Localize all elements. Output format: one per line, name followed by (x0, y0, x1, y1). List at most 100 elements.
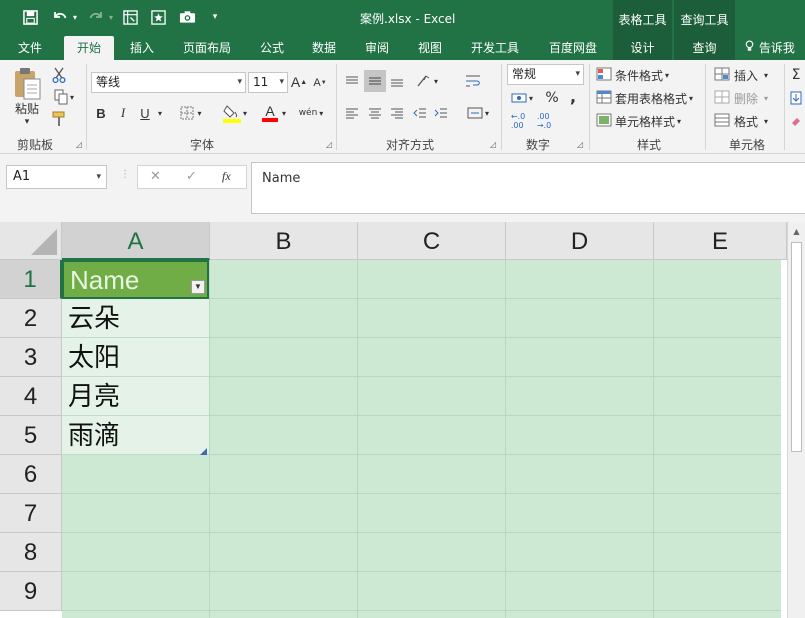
enter-button[interactable]: ✓ (186, 169, 197, 184)
tab-file[interactable]: 文件 (6, 36, 54, 60)
italic-button[interactable]: I (115, 104, 131, 122)
cell-a1[interactable]: Name ▼ (62, 260, 209, 299)
cell-a4[interactable]: 月亮 (62, 377, 209, 416)
conditional-format-button[interactable]: 条件格式 ▾ (596, 65, 696, 85)
column-header-d[interactable]: D (506, 222, 654, 260)
grow-font-button[interactable]: A ▲ (291, 72, 307, 92)
fill-color-icon[interactable]: ▾ (220, 102, 250, 124)
cancel-button[interactable]: ✕ (150, 169, 161, 184)
align-middle-icon[interactable] (364, 70, 386, 92)
decrease-indent-icon[interactable] (411, 104, 429, 122)
wrap-text-icon[interactable] (462, 70, 484, 92)
tab-formulas[interactable]: 公式 (248, 36, 296, 60)
filter-dropdown-icon[interactable]: ▼ (191, 280, 205, 294)
cell-a5[interactable]: 雨滴 (62, 416, 209, 455)
font-name-select[interactable]: 等线 ▾ (91, 72, 246, 93)
format-as-table-button[interactable]: 套用表格格式 ▾ (596, 88, 700, 108)
tab-design[interactable]: 设计 (613, 36, 672, 60)
clear-icon[interactable] (789, 111, 803, 131)
insert-cells-button[interactable]: 插入 ▾ (714, 65, 780, 85)
pivot-icon[interactable] (120, 7, 140, 27)
copy-icon[interactable]: ▾ (50, 88, 78, 106)
orientation-icon[interactable]: ▾ (412, 70, 442, 92)
alignment-launcher-icon[interactable]: ◿ (490, 140, 496, 149)
name-box[interactable]: A1 ▾ (6, 165, 107, 189)
format-painter-icon[interactable] (50, 110, 68, 128)
align-bottom-icon[interactable] (388, 72, 406, 90)
row-header-8[interactable]: 8 (0, 533, 62, 572)
autosum-icon[interactable]: Σ (789, 65, 803, 85)
paste-dropdown-icon[interactable]: ▾ (20, 116, 34, 128)
cell-area[interactable]: Name ▼ 云朵 太阳 月亮 雨滴 (62, 260, 781, 618)
shrink-font-button[interactable]: A ▼ (312, 74, 328, 92)
row-header-3[interactable]: 3 (0, 338, 62, 377)
decrease-decimal-icon[interactable]: .00 →.0 (533, 110, 555, 132)
column-header-e[interactable]: E (654, 222, 787, 260)
format-cells-button[interactable]: 格式 ▾ (714, 111, 780, 131)
cell-styles-button[interactable]: 单元格样式 ▾ (596, 111, 696, 131)
row-header-7[interactable]: 7 (0, 494, 62, 533)
row-header-9[interactable]: 9 (0, 572, 62, 611)
paste-button[interactable]: 粘贴 (10, 100, 44, 116)
tab-query[interactable]: 查询 (674, 36, 735, 60)
underline-dropdown-icon[interactable]: ▾ (155, 106, 165, 120)
align-center-icon[interactable] (366, 104, 384, 122)
tab-developer[interactable]: 开发工具 (462, 36, 528, 60)
customize-icon[interactable]: ▾ (207, 7, 223, 27)
font-size-select[interactable]: 11 ▾ (248, 72, 288, 93)
scroll-up-icon[interactable]: ▲ (788, 224, 805, 240)
vertical-scrollbar[interactable]: ▲ (787, 222, 805, 618)
insert-function-button[interactable]: fx (222, 169, 231, 184)
undo-dropdown-icon[interactable]: ▾ (70, 7, 80, 27)
tell-me-search[interactable]: 告诉我 (745, 36, 805, 60)
clipboard-launcher-icon[interactable]: ◿ (76, 140, 82, 149)
undo-icon[interactable] (50, 7, 70, 27)
paste-icon[interactable] (10, 66, 44, 102)
tab-view[interactable]: 视图 (406, 36, 454, 60)
tab-data[interactable]: 数据 (300, 36, 348, 60)
underline-button[interactable]: U (137, 104, 153, 122)
font-launcher-icon[interactable]: ◿ (326, 140, 332, 149)
merge-center-icon[interactable]: ▾ (462, 102, 494, 124)
tab-review[interactable]: 审阅 (353, 36, 401, 60)
tab-baidu-netdisk[interactable]: 百度网盘 (540, 36, 606, 60)
column-header-b[interactable]: B (210, 222, 358, 260)
formula-input[interactable]: Name (251, 162, 805, 214)
bold-button[interactable]: B (93, 104, 109, 122)
column-header-a[interactable]: A (62, 222, 210, 260)
percent-button[interactable]: % (543, 88, 561, 108)
borders-icon[interactable]: ▾ (176, 104, 206, 122)
column-header-c[interactable]: C (358, 222, 506, 260)
increase-indent-icon[interactable] (432, 104, 450, 122)
table-resize-handle[interactable] (200, 448, 207, 455)
tab-page-layout[interactable]: 页面布局 (174, 36, 240, 60)
increase-decimal-icon[interactable]: ←.0.00 (507, 110, 529, 132)
row-header-6[interactable]: 6 (0, 455, 62, 494)
number-format-select[interactable]: 常规 ▾ (507, 64, 584, 85)
star-icon[interactable] (148, 7, 168, 27)
comma-button[interactable]: , (566, 86, 580, 106)
redo-dropdown-icon[interactable]: ▾ (106, 7, 116, 27)
phonetic-button[interactable]: wén ▾ (298, 102, 324, 124)
scrollbar-thumb[interactable] (791, 242, 802, 452)
align-right-icon[interactable] (388, 104, 406, 122)
align-left-icon[interactable] (343, 104, 361, 122)
tab-insert[interactable]: 插入 (118, 36, 166, 60)
select-all-button[interactable] (0, 222, 62, 260)
row-header-5[interactable]: 5 (0, 416, 62, 455)
row-header-1[interactable]: 1 (0, 260, 62, 299)
redo-icon[interactable] (86, 7, 106, 27)
align-top-icon[interactable] (343, 72, 361, 90)
cut-icon[interactable] (50, 66, 68, 84)
fill-icon[interactable] (789, 88, 803, 108)
currency-icon[interactable]: ▾ (507, 88, 537, 108)
font-color-dropdown-icon[interactable]: ▾ (279, 106, 289, 120)
row-header-2[interactable]: 2 (0, 299, 62, 338)
number-launcher-icon[interactable]: ◿ (577, 140, 583, 149)
cell-a2[interactable]: 云朵 (62, 299, 209, 338)
camera-icon[interactable] (177, 7, 197, 27)
save-icon[interactable] (20, 7, 40, 27)
tab-home[interactable]: 开始 (64, 36, 114, 60)
row-header-4[interactable]: 4 (0, 377, 62, 416)
cell-a3[interactable]: 太阳 (62, 338, 209, 377)
